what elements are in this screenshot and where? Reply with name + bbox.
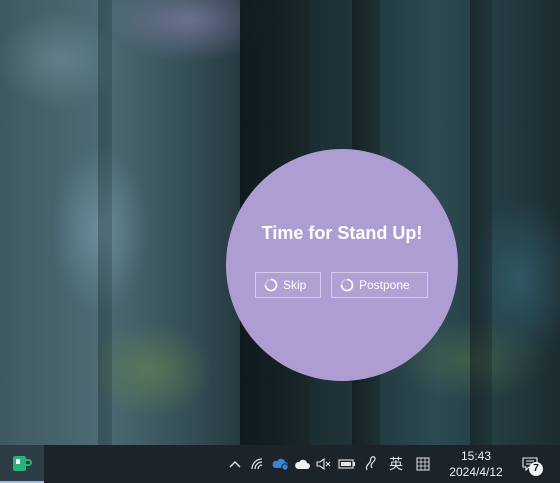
onedrive-sync-icon[interactable] <box>270 445 292 483</box>
pen-icon[interactable] <box>360 445 382 483</box>
battery-icon[interactable] <box>336 445 358 483</box>
skip-label: Skip <box>283 278 307 292</box>
wallpaper-tree-trunk <box>470 0 492 445</box>
postpone-label: Postpone <box>359 278 410 292</box>
green-mug-app-icon <box>12 455 32 478</box>
cloud-icon[interactable] <box>292 445 314 483</box>
progress-ring-icon <box>340 278 354 292</box>
pinned-app-button[interactable] <box>0 445 44 483</box>
progress-ring-icon <box>264 278 278 292</box>
network-icon[interactable] <box>248 445 268 483</box>
notification-count-badge: 7 <box>529 462 543 476</box>
stand-up-reminder-popup: Time for Stand Up! Skip Postpone <box>226 149 458 381</box>
clock-time: 15:43 <box>460 449 492 463</box>
skip-button[interactable]: Skip <box>255 272 321 298</box>
reminder-title: Time for Stand Up! <box>261 223 423 243</box>
ime-mode-icon[interactable] <box>412 445 434 483</box>
ime-language-indicator[interactable]: 英 <box>385 445 407 483</box>
chevron-up-icon[interactable] <box>226 445 244 483</box>
wallpaper-tree-trunk <box>98 0 112 445</box>
taskbar: 英 15:43 2024/4/12 7 <box>0 445 560 483</box>
postpone-button[interactable]: Postpone <box>331 272 428 298</box>
taskbar-clock[interactable]: 15:43 2024/4/12 <box>442 448 510 480</box>
speaker-muted-icon[interactable] <box>314 445 334 483</box>
desktop: Time for Stand Up! Skip Postpone 英 15:43… <box>0 0 560 483</box>
clock-date: 2024/4/12 <box>449 465 503 479</box>
